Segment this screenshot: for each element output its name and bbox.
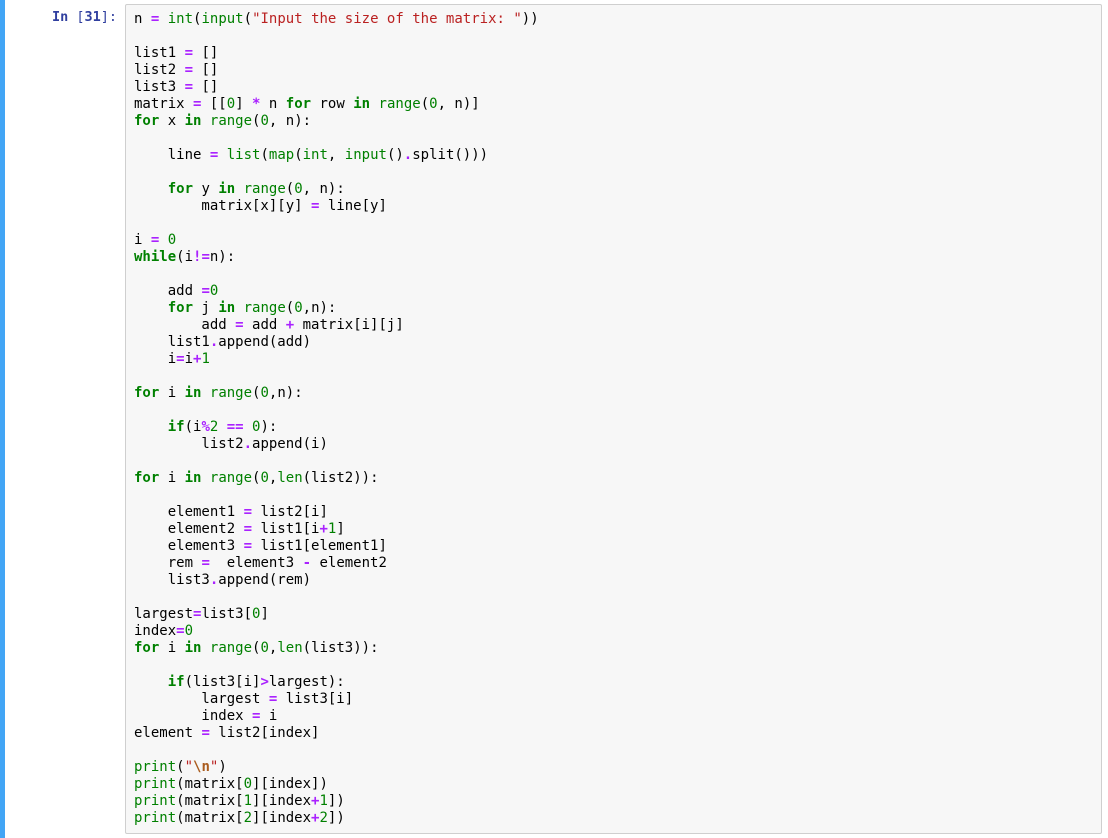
code-content[interactable]: n = int(input("Input the size of the mat… — [134, 11, 1093, 827]
input-prompt: In [31]: — [5, 4, 125, 834]
code-input-area[interactable]: n = int(input("Input the size of the mat… — [125, 4, 1102, 834]
prompt-in: In — [52, 9, 68, 25]
prompt-number: 31 — [84, 9, 100, 25]
code-cell: In [31]: n = int(input("Input the size o… — [0, 0, 1108, 838]
